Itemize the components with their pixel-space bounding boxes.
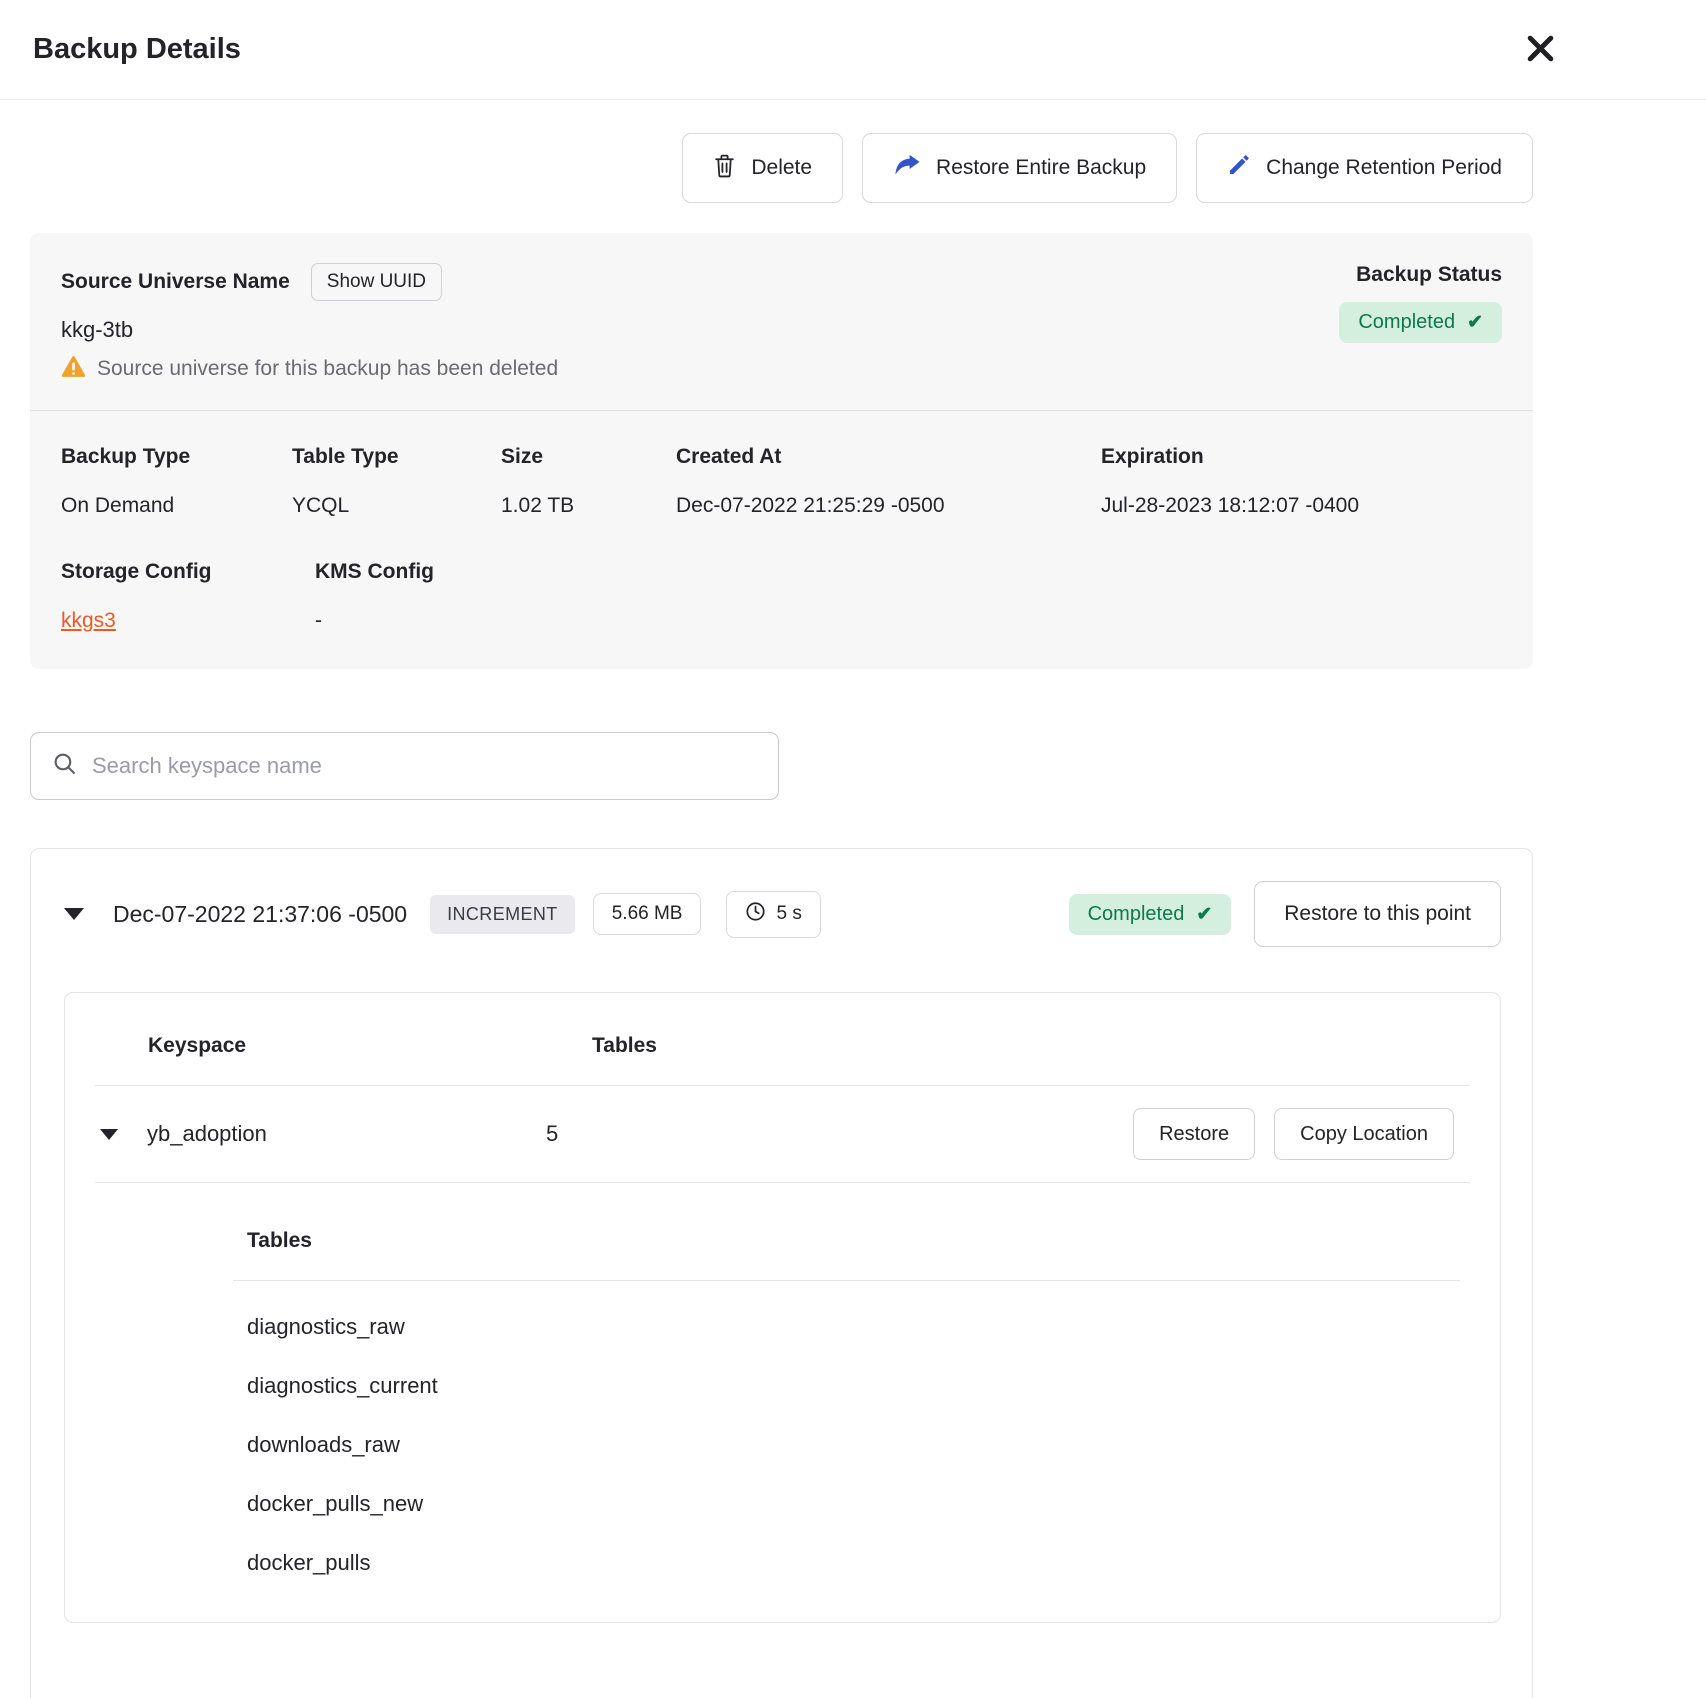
keyspace-name: yb_adoption [147,1121,546,1147]
field-label: Backup Type [61,445,292,469]
status-text: Completed [1358,311,1455,334]
table-list-item: downloads_raw [233,1432,1460,1458]
restore-to-this-point-button[interactable]: Restore to this point [1254,881,1501,947]
backup-status-block: Backup Status Completed ✔ [1339,263,1502,383]
table-list-item: docker_pulls [233,1550,1460,1576]
keyspace-row: yb_adoption 5 Restore Copy Location [65,1086,1500,1182]
backup-status-badge: Completed ✔ [1339,302,1502,343]
field-label: Size [501,445,676,469]
delete-button[interactable]: Delete [682,133,843,203]
field-expiration: Expiration Jul-28-2023 18:12:07 -0400 [1101,445,1502,518]
tables-subsection: Tables diagnostics_raw diagnostics_curre… [233,1229,1460,1576]
backup-status-label: Backup Status [1356,263,1502,287]
keyspace-table-header: Keyspace Tables [65,993,1500,1085]
delete-button-label: Delete [751,156,812,180]
backup-summary-panel: Source Universe Name Show UUID kkg-3tb S… [30,233,1533,669]
keyspace-search-input[interactable] [92,753,757,779]
increment-timestamp: Dec-07-2022 21:37:06 -0500 [113,901,407,928]
check-icon: ✔ [1196,903,1212,926]
warning-icon [61,355,86,383]
universe-deleted-warning: Source universe for this backup has been… [97,357,558,381]
page-title: Backup Details [33,33,241,66]
field-created-at: Created At Dec-07-2022 21:25:29 -0500 [676,445,1101,518]
field-value: On Demand [61,494,292,518]
summary-fields-row: Backup Type On Demand Table Type YCQL Si… [61,445,1502,518]
restore-entire-backup-button[interactable]: Restore Entire Backup [862,133,1177,203]
divider [95,1182,1470,1183]
duration-text: 5 s [776,903,801,925]
increment-collapse-caret[interactable] [64,908,84,920]
field-value: - [315,609,1502,633]
increment-card: Dec-07-2022 21:37:06 -0500 INCREMENT 5.6… [30,848,1533,1698]
field-size: Size 1.02 TB [501,445,676,518]
field-storage-config: Storage Config kkgs3 [61,560,315,633]
field-label: Expiration [1101,445,1502,469]
restore-arrow-icon [893,154,921,183]
universe-name: kkg-3tb [61,317,558,343]
source-universe-label: Source Universe Name [61,270,290,294]
source-universe-block: Source Universe Name Show UUID kkg-3tb S… [61,263,558,383]
trash-icon [713,153,736,184]
check-icon: ✔ [1467,311,1483,334]
show-uuid-button[interactable]: Show UUID [311,263,442,301]
clock-icon [745,901,766,928]
increment-status-badge: Completed ✔ [1069,894,1232,935]
increment-header-row: Dec-07-2022 21:37:06 -0500 INCREMENT 5.6… [31,849,1532,947]
tables-subsection-header: Tables [233,1229,1460,1281]
field-value: Jul-28-2023 18:12:07 -0400 [1101,494,1502,518]
field-value: YCQL [292,494,501,518]
summary-config-row: Storage Config kkgs3 KMS Config - [61,560,1502,633]
increment-type-badge: INCREMENT [430,895,575,934]
field-table-type: Table Type YCQL [292,445,501,518]
field-label: Created At [676,445,1101,469]
restore-keyspace-button[interactable]: Restore [1133,1108,1255,1160]
table-list-item: diagnostics_current [233,1373,1460,1399]
keyspace-collapse-caret[interactable] [100,1129,118,1140]
tables-column-header: Tables [592,1034,1460,1058]
keyspace-search-box [30,732,779,800]
close-icon [1525,33,1556,67]
modal-header: Backup Details [0,0,1706,100]
search-icon [52,751,77,781]
storage-config-link[interactable]: kkgs3 [61,609,116,633]
status-text: Completed [1088,903,1185,926]
change-retention-button[interactable]: Change Retention Period [1196,133,1533,203]
increment-duration-badge: 5 s [726,891,820,938]
keyspace-column-header: Keyspace [148,1034,592,1058]
field-backup-type: Backup Type On Demand [61,445,292,518]
change-retention-label: Change Retention Period [1266,156,1502,180]
field-kms-config: KMS Config - [315,560,1502,633]
close-button[interactable] [1520,30,1560,70]
field-value: 1.02 TB [501,494,676,518]
table-list-item: diagnostics_raw [233,1314,1460,1340]
pencil-icon [1227,153,1251,183]
keyspace-table-card: Keyspace Tables yb_adoption 5 Restore Co… [64,992,1501,1623]
table-list-item: docker_pulls_new [233,1491,1460,1517]
field-label: Storage Config [61,560,315,584]
field-label: Table Type [292,445,501,469]
increment-size-badge: 5.66 MB [593,893,702,935]
restore-entire-backup-label: Restore Entire Backup [936,156,1146,180]
field-label: KMS Config [315,560,1502,584]
field-value: Dec-07-2022 21:25:29 -0500 [676,494,1101,518]
action-toolbar: Delete Restore Entire Backup Change Rete… [0,133,1706,203]
copy-location-button[interactable]: Copy Location [1274,1108,1454,1160]
keyspace-table-count: 5 [546,1121,1133,1147]
